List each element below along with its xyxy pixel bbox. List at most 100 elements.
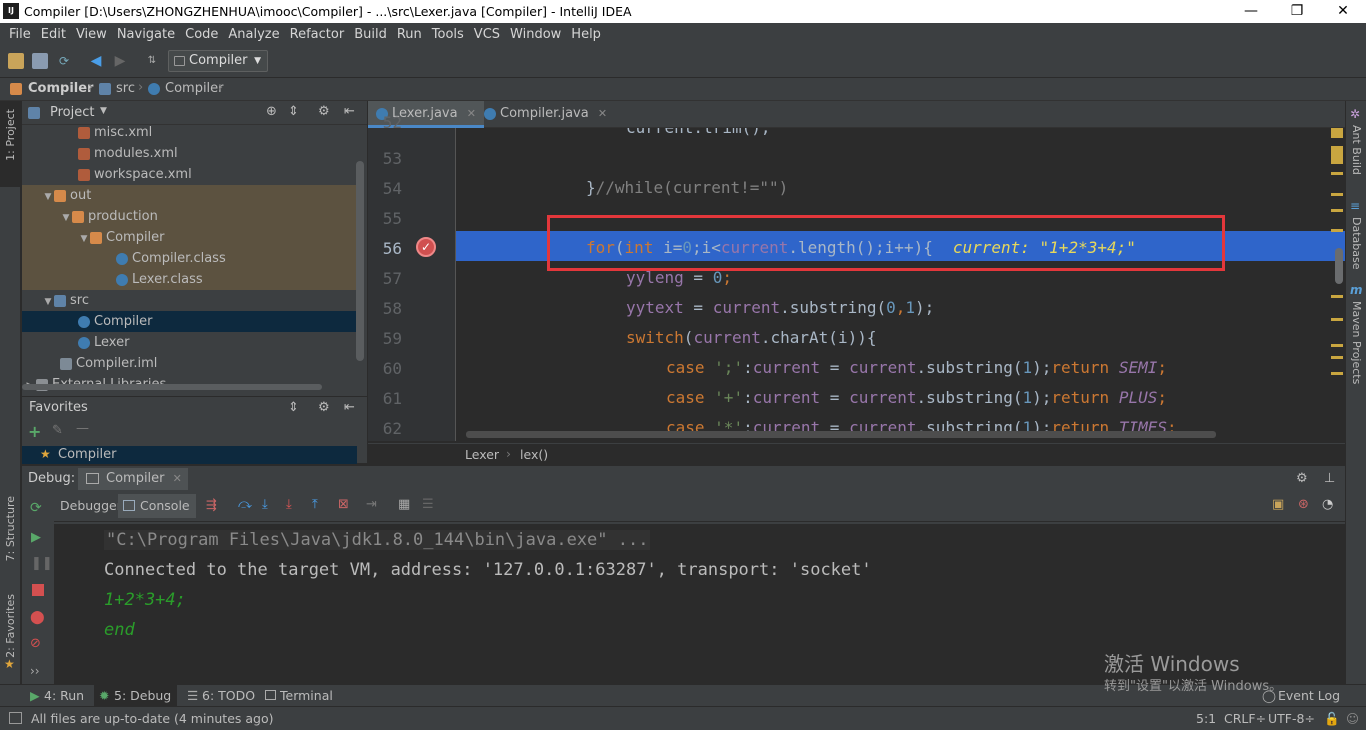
forward-icon[interactable]: ▶ xyxy=(112,53,128,69)
menu-code[interactable]: Code xyxy=(180,27,223,42)
error-stripe-marker[interactable] xyxy=(1331,209,1343,212)
add-icon[interactable]: + xyxy=(28,422,41,441)
view-breakpoints-icon[interactable]: ⬤ xyxy=(30,610,45,625)
menu-vcs[interactable]: VCS xyxy=(469,27,505,42)
step-over-icon[interactable]: ⤼ xyxy=(238,497,252,512)
pause-icon[interactable]: ❚❚ xyxy=(31,556,53,571)
nav-folder[interactable]: src xyxy=(116,81,135,96)
menu-edit[interactable]: Edit xyxy=(36,27,71,42)
evaluate-icon[interactable]: ▦ xyxy=(398,497,410,512)
tree-item-compiler-class[interactable]: Compiler.class xyxy=(22,248,357,269)
restore-layout-icon[interactable]: ▣ xyxy=(1272,497,1284,512)
error-stripe-marker[interactable] xyxy=(1331,344,1343,347)
structure-tool-tab[interactable]: 7: Structure xyxy=(4,496,17,561)
error-stripe-marker[interactable] xyxy=(1331,128,1343,138)
run-to-cursor-icon[interactable]: ⇥ xyxy=(366,497,377,512)
project-panel-title[interactable]: Project xyxy=(50,105,94,120)
error-stripe-marker[interactable] xyxy=(1331,229,1343,232)
gear-icon[interactable]: ⚙ xyxy=(1296,471,1308,486)
drop-frame-icon[interactable]: ⊠ xyxy=(338,497,349,512)
minimize-button[interactable]: — xyxy=(1228,0,1274,23)
tree-item-lexer-java[interactable]: Lexer xyxy=(22,332,367,353)
code-area-overlay[interactable]: for(int i=0;i<current.length();i++){curr… xyxy=(456,128,1336,441)
menu-window[interactable]: Window xyxy=(505,27,566,42)
hide-panel-icon[interactable]: ⇤ xyxy=(344,104,355,119)
menu-navigate[interactable]: Navigate xyxy=(112,27,180,42)
collapse-icon[interactable]: ⇕ xyxy=(288,400,299,415)
database-tab[interactable]: Database xyxy=(1350,217,1363,270)
remove-icon[interactable]: — xyxy=(76,421,89,436)
debugger-tab[interactable]: Debugger xyxy=(56,494,126,518)
expand-arrow-icon[interactable]: ▼ xyxy=(42,187,54,208)
lock-icon[interactable]: 🔓 xyxy=(1324,711,1340,727)
tree-item-misc-xml[interactable]: misc.xml xyxy=(22,125,367,143)
error-stripe-marker[interactable] xyxy=(1331,356,1343,359)
locate-icon[interactable]: ⊕ xyxy=(266,104,277,119)
chevron-down-icon[interactable]: ▼ xyxy=(100,106,107,116)
project-tool-tab[interactable]: 1: Project xyxy=(4,109,17,161)
hide-panel-icon[interactable]: ⊥ xyxy=(1324,471,1335,486)
back-icon[interactable]: ◀ xyxy=(88,53,104,69)
tree-item-workspace-xml[interactable]: workspace.xml xyxy=(22,164,367,185)
stop-icon[interactable] xyxy=(32,584,44,596)
gear-icon[interactable]: ⚙ xyxy=(318,104,330,119)
error-stripe-marker[interactable] xyxy=(1331,372,1343,375)
run-config-select[interactable]: Compiler ▼ xyxy=(168,50,268,72)
menu-file[interactable]: File xyxy=(4,27,36,42)
nav-project[interactable]: Compiler xyxy=(28,81,93,96)
project-scrollbar[interactable] xyxy=(356,161,364,361)
breakpoint-icon[interactable]: ✓ xyxy=(416,237,436,257)
editor-vscrollbar[interactable] xyxy=(1335,248,1343,284)
breakpoints-icon[interactable]: ⊛ xyxy=(1298,497,1309,512)
error-stripe-marker[interactable] xyxy=(1331,172,1343,175)
tree-item-production[interactable]: ▼ production xyxy=(22,206,357,227)
line-number-gutter[interactable]: 52 53 54 55 56 57 58 59 60 61 62 xyxy=(368,113,456,441)
restore-button[interactable]: ❐ xyxy=(1274,0,1320,23)
debug-session-tab[interactable]: Compiler ✕ xyxy=(78,468,188,490)
breadcrumb-class[interactable]: Lexer xyxy=(465,447,499,462)
collapse-icon[interactable]: ⇕ xyxy=(288,104,299,119)
trace-icon[interactable]: ☰ xyxy=(422,497,434,512)
close-tab-icon[interactable]: ✕ xyxy=(467,107,476,120)
mute-breakpoints-icon[interactable]: ⊘ xyxy=(30,636,41,651)
favorites-item[interactable]: ★ Compiler xyxy=(22,446,357,464)
menu-analyze[interactable]: Analyze xyxy=(223,27,284,42)
tree-item-compiler-iml[interactable]: Compiler.iml xyxy=(22,353,367,374)
menu-help[interactable]: Help xyxy=(566,27,606,42)
run-tool-tab[interactable]: ▶ 4: Run xyxy=(24,685,90,707)
menu-build[interactable]: Build xyxy=(349,27,392,42)
menu-view[interactable]: View xyxy=(71,27,112,42)
error-stripe-marker[interactable] xyxy=(1331,318,1343,321)
menu-refactor[interactable]: Refactor xyxy=(285,27,350,42)
maven-projects-tab[interactable]: Maven Projects xyxy=(1350,301,1363,384)
editor-hscrollbar[interactable] xyxy=(466,431,1216,438)
debug-tool-tab[interactable]: ✹ 5: Debug xyxy=(94,685,178,707)
sync-icon[interactable]: ⟳ xyxy=(56,53,72,69)
edit-icon[interactable]: ✎ xyxy=(52,423,63,438)
open-folder-icon[interactable] xyxy=(8,53,24,69)
show-execution-point-icon[interactable]: ⇶ xyxy=(206,498,217,513)
favorites-tool-tab[interactable]: 2: Favorites xyxy=(4,594,17,658)
rerun-icon[interactable]: ⟳ xyxy=(30,500,42,516)
tree-item-compiler-java[interactable]: Compiler xyxy=(22,311,357,332)
close-button[interactable]: ✕ xyxy=(1320,0,1366,23)
error-stripe-marker[interactable] xyxy=(1331,295,1343,298)
terminal-tool-tab[interactable]: Terminal xyxy=(260,685,339,707)
hide-panel-icon[interactable]: ⇤ xyxy=(344,400,355,415)
settings-icon[interactable]: ◔ xyxy=(1322,497,1333,512)
file-encoding[interactable]: UTF-8÷ xyxy=(1268,711,1315,726)
error-stripe-marker[interactable] xyxy=(1331,146,1343,164)
line-separator[interactable]: CRLF÷ xyxy=(1224,711,1266,726)
step-into-icon[interactable]: ⤓ xyxy=(262,497,268,512)
tab-compiler-java[interactable]: Compiler.java ✕ xyxy=(476,101,615,128)
tree-item-lexer-class[interactable]: Lexer.class xyxy=(22,269,357,290)
resume-icon[interactable]: ▶ xyxy=(31,530,41,545)
close-tab-icon[interactable]: ✕ xyxy=(598,107,607,120)
todo-tool-tab[interactable]: ☰ 6: TODO xyxy=(182,685,261,707)
expand-arrow-icon[interactable]: ▼ xyxy=(60,208,72,229)
ant-build-tab[interactable]: Ant Build xyxy=(1350,125,1363,175)
toggle-tool-windows-icon[interactable] xyxy=(9,712,22,724)
error-stripe-marker[interactable] xyxy=(1331,193,1343,196)
expand-arrow-icon[interactable]: ▼ xyxy=(42,292,54,313)
make-project-icon[interactable]: ⇅ xyxy=(144,53,160,69)
